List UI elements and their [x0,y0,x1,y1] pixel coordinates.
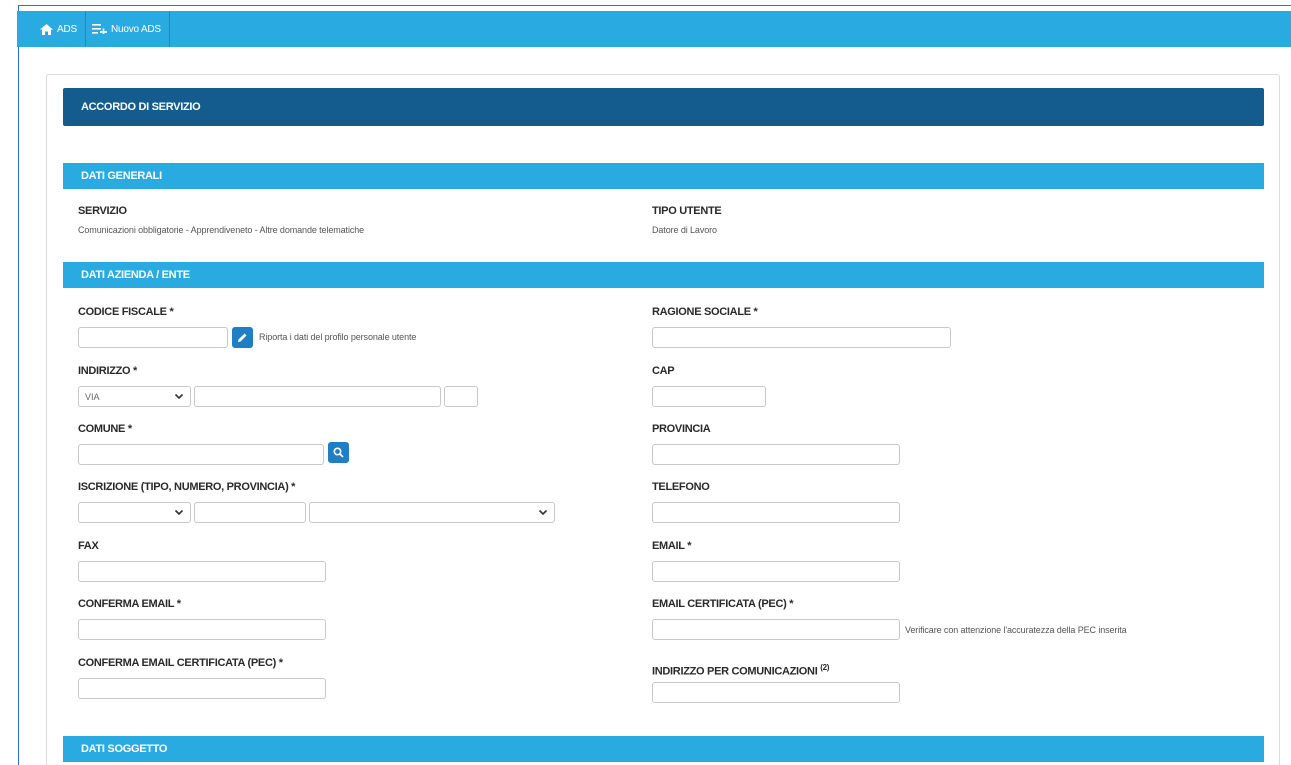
email-input[interactable] [652,561,900,582]
pencil-icon [238,333,247,342]
fiscal-code-input[interactable] [78,327,228,348]
confirm-email-input[interactable] [78,619,326,640]
address-type-select[interactable]: VIA [78,386,191,407]
province-label: PROVINCIA [652,423,711,435]
service-agreement-card: ACCORDO DI SERVIZIO DATI GENERALI SERVIZ… [46,74,1280,765]
confirm-pec-input[interactable] [78,678,326,699]
page-title: ACCORDO DI SERVIZIO [63,88,1264,126]
user-type-value: Datore di Lavoro [652,225,717,235]
cap-input[interactable] [652,386,766,407]
nav-home-label: ADS [57,23,77,35]
nav-new-label: Nuovo ADS [110,23,161,35]
address-street-input[interactable] [194,386,441,407]
top-nav-bar: ADS Nuovo ADS [17,11,1291,47]
phone-label: TELEFONO [652,481,710,493]
service-label: SERVIZIO [78,205,127,217]
comm-address-label: INDIRIZZO PER COMUNICAZIONI (2) [652,663,829,678]
pec-hint: Verificare con attenzione l'accuratezza … [905,625,1127,635]
service-value: Comunicazioni obbligatorie - Apprendiven… [78,225,365,235]
registration-type-select[interactable] [78,502,191,523]
comm-address-label-text: INDIRIZZO PER COMUNICAZIONI [652,665,818,678]
municipality-input[interactable] [78,444,324,465]
address-number-input[interactable] [444,386,478,407]
cap-label: CAP [652,365,675,377]
add-list-icon [91,24,107,34]
user-type-label: TIPO UTENTE [652,205,722,217]
registration-label: ISCRIZIONE (TIPO, NUMERO, PROVINCIA) * [78,481,296,493]
section-general-header: DATI GENERALI [63,163,1264,189]
municipality-search-button[interactable] [328,442,349,463]
comm-address-footnote: (2) [820,663,830,672]
nav-new-ads[interactable]: Nuovo ADS [86,11,170,47]
confirm-email-label: CONFERMA EMAIL * [78,598,181,610]
copy-profile-hint: Riporta i dati del profilo personale ute… [259,332,417,342]
chevron-down-icon [538,509,548,516]
section-company-header: DATI AZIENDA / ENTE [63,262,1264,288]
fax-input[interactable] [78,561,326,582]
section-subject-header: DATI SOGGETTO [63,736,1264,762]
address-label: INDIRIZZO * [78,365,138,377]
pec-input[interactable] [652,619,900,640]
province-input[interactable] [652,444,900,465]
nav-home-ads[interactable]: ADS [34,11,86,47]
fiscal-code-label: CODICE FISCALE * [78,306,174,318]
phone-input[interactable] [652,502,900,523]
registration-number-input[interactable] [194,502,306,523]
chevron-down-icon [174,393,184,400]
business-name-input[interactable] [652,327,951,348]
municipality-label: COMUNE * [78,423,132,435]
email-label: EMAIL * [652,540,692,552]
copy-profile-button[interactable] [232,327,253,348]
chevron-down-icon [174,509,184,516]
search-icon [333,447,344,458]
pec-label: EMAIL CERTIFICATA (PEC) * [652,598,794,610]
fax-label: FAX [78,540,99,552]
address-type-value: VIA [85,391,100,402]
comm-address-input[interactable] [652,682,900,703]
registration-province-select[interactable] [309,502,555,523]
confirm-pec-label: CONFERMA EMAIL CERTIFICATA (PEC) * [78,657,283,669]
business-name-label: RAGIONE SOCIALE * [652,306,758,318]
home-icon [40,23,53,35]
